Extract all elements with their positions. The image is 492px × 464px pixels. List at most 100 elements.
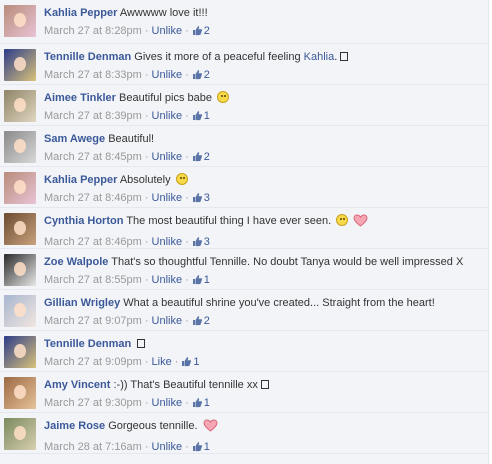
unlike-button[interactable]: Unlike	[152, 25, 183, 37]
avatar-photo	[14, 385, 26, 399]
thumbs-up-icon	[192, 441, 203, 455]
thumbs-up-icon	[192, 397, 203, 411]
unlike-button[interactable]: Unlike	[152, 69, 183, 81]
unlike-button[interactable]: Unlike	[152, 151, 183, 163]
separator-dot: ·	[185, 441, 189, 453]
comment-item: Zoe Walpole That's so thoughtful Tennill…	[0, 249, 488, 290]
comment-timestamp[interactable]: March 27 at 9:07pm	[44, 315, 142, 327]
like-count-link[interactable]: 2	[192, 151, 210, 163]
unlike-button[interactable]: Unlike	[152, 192, 183, 204]
comment-text: Beautiful pics babe	[119, 92, 212, 104]
separator-dot: ·	[185, 315, 189, 327]
like-count: 1	[193, 356, 200, 368]
comment-item: Tennille Denman Gives it more of a peace…	[0, 44, 488, 85]
like-count: 2	[203, 151, 210, 163]
unlike-button[interactable]: Unlike	[152, 397, 183, 409]
avatar[interactable]	[4, 254, 36, 286]
avatar-photo	[14, 303, 26, 317]
comment-timestamp[interactable]: March 27 at 8:46pm	[44, 236, 142, 248]
separator-dot: ·	[144, 192, 149, 204]
like-count-link[interactable]: 3	[192, 236, 210, 248]
comment-body: Kahlia Pepper Awwwww love it!!!	[44, 6, 482, 20]
avatar-photo	[14, 139, 26, 153]
avatar[interactable]	[4, 418, 36, 450]
avatar[interactable]	[4, 90, 36, 122]
comment-author-link[interactable]: Gillian Wrigley	[44, 297, 120, 309]
comment-list: Kahlia Pepper Awwwww love it!!! March 27 …	[0, 0, 489, 464]
mention-link[interactable]: Kahlia	[304, 51, 335, 63]
unrendered-character-glyph	[260, 380, 269, 389]
like-button[interactable]: Like	[152, 356, 172, 368]
unlike-button[interactable]: Unlike	[152, 274, 183, 286]
comment-body: Tennille Denman Gives it more of a peace…	[44, 50, 482, 64]
separator-dot: ·	[144, 356, 149, 368]
separator-dot: ·	[144, 25, 149, 37]
comment-timestamp[interactable]: March 27 at 8:55pm	[44, 274, 142, 286]
like-count-link[interactable]: 1	[181, 356, 200, 368]
smiley-emoji-icon	[336, 214, 349, 226]
like-count: 1	[203, 274, 210, 286]
unrendered-character-glyph	[340, 52, 349, 61]
comment-author-link[interactable]: Jaime Rose	[44, 420, 105, 432]
comment-item: Gillian Wrigley What a beautiful shrine …	[0, 290, 488, 331]
comment-meta: March 27 at 8:39pm · Unlike · 1	[44, 110, 482, 124]
like-count-link[interactable]: 2	[192, 315, 210, 327]
avatar[interactable]	[4, 377, 36, 409]
unlike-button[interactable]: Unlike	[152, 315, 183, 327]
thumbs-up-icon	[192, 69, 203, 83]
like-count-link[interactable]: 1	[192, 397, 210, 409]
comment-meta: March 27 at 9:30pm · Unlike · 1	[44, 397, 482, 411]
comment-item: Cynthia Horton The most beautiful thing …	[0, 208, 488, 249]
comment-item: Sam Awege Beautiful! March 27 at 8:45pm · U…	[0, 126, 488, 167]
separator-dot: ·	[185, 192, 189, 204]
comment-author-link[interactable]: Amy Vincent	[44, 379, 110, 391]
comment-body: Tennille Denman	[44, 337, 482, 351]
separator-dot: ·	[144, 236, 149, 248]
comment-author-link[interactable]: Aimee Tinkler	[44, 92, 116, 104]
comment-timestamp[interactable]: March 27 at 8:45pm	[44, 151, 142, 163]
separator-dot: ·	[185, 236, 189, 248]
like-count-link[interactable]: 1	[192, 441, 210, 453]
comment-author-link[interactable]: Kahlia Pepper	[44, 174, 117, 186]
like-count-link[interactable]: 3	[192, 192, 210, 204]
comment-author-link[interactable]: Tennille Denman	[44, 51, 131, 63]
comment-timestamp[interactable]: March 27 at 8:39pm	[44, 110, 142, 122]
comment-author-link[interactable]: Zoe Walpole	[44, 256, 108, 268]
avatar[interactable]	[4, 213, 36, 245]
thumbs-up-icon	[192, 315, 203, 329]
avatar-photo	[14, 180, 26, 194]
like-count: 1	[203, 110, 210, 122]
comment-timestamp[interactable]: March 28 at 7:16am	[44, 441, 142, 453]
separator-dot: ·	[144, 441, 149, 453]
comment-text: Beautiful!	[108, 133, 155, 145]
avatar-photo	[14, 344, 26, 358]
like-count-link[interactable]: 1	[192, 274, 210, 286]
avatar[interactable]	[4, 172, 36, 204]
comment-author-link[interactable]: Tennille Denman	[44, 338, 131, 350]
avatar[interactable]	[4, 336, 36, 368]
unlike-button[interactable]: Unlike	[152, 441, 183, 453]
comment-body: Amy Vincent :-)) That's Beautiful tennil…	[44, 378, 482, 392]
unlike-button[interactable]: Unlike	[152, 110, 183, 122]
avatar[interactable]	[4, 49, 36, 81]
avatar[interactable]	[4, 131, 36, 163]
comment-author-link[interactable]: Sam Awege	[44, 133, 105, 145]
avatar-photo	[14, 262, 26, 276]
comment-timestamp[interactable]: March 27 at 8:33pm	[44, 69, 142, 81]
like-count-link[interactable]: 2	[192, 69, 210, 81]
unlike-button[interactable]: Unlike	[152, 236, 183, 248]
avatar[interactable]	[4, 5, 36, 37]
comment-timestamp[interactable]: March 27 at 8:28pm	[44, 25, 142, 37]
comment-author-link[interactable]: Cynthia Horton	[44, 215, 123, 227]
like-count-link[interactable]: 1	[192, 110, 210, 122]
comment-timestamp[interactable]: March 27 at 9:09pm	[44, 356, 142, 368]
comment-meta: March 28 at 7:16am · Unlike · 1	[44, 441, 482, 455]
like-count-link[interactable]: 2	[192, 25, 210, 37]
comment-timestamp[interactable]: March 27 at 9:30pm	[44, 397, 142, 409]
comment-author-link[interactable]: Kahlia Pepper	[44, 7, 117, 19]
comment-timestamp[interactable]: March 27 at 8:46pm	[44, 192, 142, 204]
separator-dot: ·	[144, 274, 149, 286]
avatar[interactable]	[4, 295, 36, 327]
comment-item: Jaime Rose Gorgeous tennille. March 28 a…	[0, 413, 488, 454]
comment-item: Kahlia Pepper Awwwww love it!!! March 27 …	[0, 0, 488, 44]
